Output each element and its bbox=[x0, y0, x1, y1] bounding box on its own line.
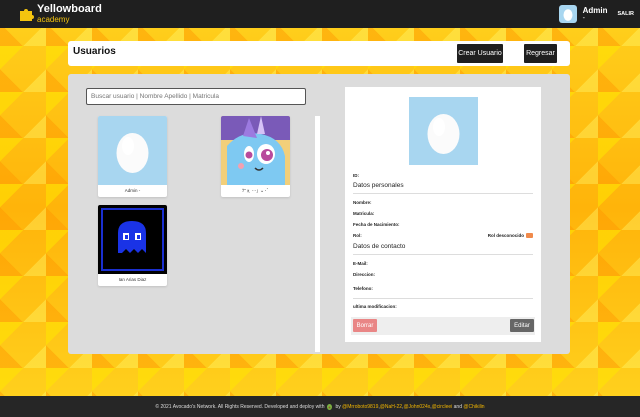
search-input[interactable] bbox=[86, 88, 306, 105]
last-modified-label: ultima modificacion: bbox=[353, 304, 397, 309]
matricula-label: Matricula: bbox=[353, 211, 375, 216]
brand[interactable]: Yellowboard academy bbox=[18, 4, 102, 24]
egg-avatar-icon bbox=[409, 97, 478, 165]
divider bbox=[353, 298, 533, 299]
id-label: ID: bbox=[353, 173, 359, 178]
user-card-name: Ian Arias Diaz bbox=[118, 277, 147, 282]
logout-button[interactable]: SALIR bbox=[618, 11, 635, 17]
author-link[interactable]: @NaH-22 bbox=[380, 404, 402, 410]
brand-name: Yellowboard bbox=[37, 3, 102, 15]
puzzle-logo-icon bbox=[20, 9, 34, 21]
footer-and: and bbox=[453, 403, 462, 410]
author-link[interactable]: @Mrroboto9819 bbox=[342, 404, 378, 410]
page-header: Usuarios Crear Usuario Regresar bbox=[68, 41, 570, 66]
pacman-ghost-avatar-icon bbox=[98, 205, 167, 274]
email-label: E-Mail: bbox=[353, 261, 368, 266]
user-card[interactable]: Admin - bbox=[98, 116, 167, 197]
user-name: Admin bbox=[582, 5, 608, 15]
user-card[interactable]: ﾂ''ぇ ･･」ᴗ ･ﾞ bbox=[221, 116, 290, 197]
unicorn-avatar-icon bbox=[221, 116, 290, 185]
create-user-button[interactable]: Crear Usuario bbox=[457, 44, 503, 63]
user-card-name: Admin - bbox=[124, 188, 141, 193]
brand-subtitle: academy bbox=[37, 15, 70, 24]
fecha-label: Fecha de Nacimiento: bbox=[353, 222, 400, 227]
user-menu: Admin - SALIR bbox=[558, 3, 635, 25]
divider bbox=[353, 254, 533, 255]
egg-icon bbox=[563, 8, 573, 21]
footer-by: by bbox=[335, 403, 341, 410]
users-panel: Admin - ﾂ''ぇ ･･」ᴗ ･ﾞ Ian bbox=[68, 74, 570, 354]
user-role: - bbox=[582, 14, 585, 22]
rol-label: Rol: bbox=[353, 233, 362, 238]
egg-avatar-icon bbox=[98, 116, 167, 185]
avocado-icon bbox=[327, 403, 333, 410]
back-button[interactable]: Regresar bbox=[524, 44, 557, 63]
copyright-text: © 2021 Avocado's Network. All Rights Res… bbox=[155, 403, 325, 410]
user-detail-panel: ID: Datos personales Nombre: Matricula: … bbox=[345, 87, 541, 342]
avatar[interactable] bbox=[558, 5, 577, 23]
page-footer: © 2021 Avocado's Network. All Rights Res… bbox=[0, 396, 640, 417]
page-title: Usuarios bbox=[73, 46, 116, 57]
user-card-name: ﾂ''ぇ ･･」ᴗ ･ﾞ bbox=[242, 188, 269, 193]
nombre-label: Nombre: bbox=[353, 200, 372, 205]
role-status: Rol desconocido bbox=[488, 233, 533, 238]
personal-section-title: Datos personales bbox=[353, 182, 404, 189]
contact-section-title: Datos de contacto bbox=[353, 243, 406, 250]
author-link[interactable]: @John024x bbox=[403, 404, 430, 410]
user-card[interactable]: Ian Arias Diaz bbox=[98, 205, 167, 286]
author-link[interactable]: @Chikilin bbox=[463, 404, 484, 410]
telefono-label: Telefono: bbox=[353, 286, 373, 291]
edit-button[interactable]: Editar bbox=[510, 319, 534, 332]
delete-button[interactable]: Borrar bbox=[353, 319, 377, 332]
role-value: Rol desconocido bbox=[487, 233, 524, 238]
top-navbar: Yellowboard academy Admin - SALIR bbox=[0, 0, 640, 28]
divider bbox=[353, 193, 533, 194]
warning-icon bbox=[526, 233, 533, 238]
author-link[interactable]: @circleei bbox=[432, 404, 453, 410]
scrollbar[interactable] bbox=[315, 116, 320, 352]
detail-actions: Borrar Editar bbox=[351, 317, 535, 335]
direccion-label: Direccion: bbox=[353, 272, 376, 277]
